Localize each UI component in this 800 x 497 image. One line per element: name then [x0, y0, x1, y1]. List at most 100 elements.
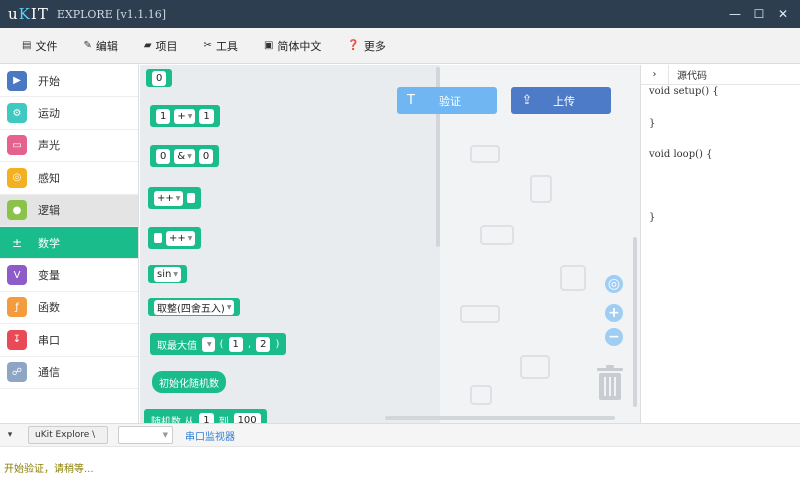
- workspace-vertical-scrollbar[interactable]: [633, 237, 637, 407]
- round-block[interactable]: 取整(四舍五入) ▼: [148, 298, 241, 316]
- background-pattern: [520, 355, 550, 379]
- range-max[interactable]: 100: [233, 412, 261, 423]
- minimize-button[interactable]: —: [724, 3, 746, 25]
- category-sensing[interactable]: ◎ 感知: [0, 162, 138, 195]
- menu-tools[interactable]: ✂ 工具: [204, 38, 238, 54]
- category-label: 数学: [38, 236, 60, 250]
- motion-icon: ⚙: [7, 103, 27, 124]
- number-value[interactable]: 0: [152, 70, 167, 86]
- operator-symbol: ++: [169, 232, 186, 244]
- workspace-horizontal-scrollbar[interactable]: [385, 416, 615, 420]
- sensor-icon: ◎: [7, 167, 27, 188]
- init-random-block[interactable]: 初始化随机数: [152, 371, 226, 393]
- background-pattern: [460, 305, 500, 323]
- baud-select[interactable]: ▼: [118, 426, 173, 444]
- category-variable[interactable]: V 变量: [0, 259, 138, 292]
- function-icon: ƒ: [7, 297, 27, 318]
- category-label: 逻辑: [38, 204, 60, 218]
- round-mode: 取整(四舍五入): [157, 303, 225, 315]
- serial-monitor-link[interactable]: 串口监视器: [185, 428, 235, 443]
- increment-postfix-block[interactable]: ++ ▼: [148, 187, 202, 209]
- category-math[interactable]: ± 数学: [0, 226, 138, 260]
- folder-icon: ▰: [143, 40, 152, 51]
- upload-label: 上传: [553, 94, 575, 108]
- trig-block[interactable]: sin ▼: [148, 265, 187, 283]
- code-editor[interactable]: void setup() { } void loop() { }: [641, 85, 800, 226]
- range-min[interactable]: 1: [199, 412, 214, 423]
- maximize-button[interactable]: ☐: [748, 3, 770, 25]
- category-communication[interactable]: ☍ 通信: [0, 357, 138, 389]
- category-label: 变量: [38, 269, 60, 283]
- chevron-down-icon: ▼: [162, 431, 168, 439]
- zoom-out-icon[interactable]: −: [605, 328, 623, 346]
- number-block[interactable]: 0: [146, 69, 173, 87]
- function-dropdown[interactable]: sin ▼: [154, 266, 181, 282]
- code-panel-header: › 源代码: [641, 64, 800, 85]
- category-motion[interactable]: ⚙ 运动: [0, 97, 138, 130]
- block-label: 初始化随机数: [159, 378, 219, 390]
- category-function[interactable]: ƒ 函数: [0, 292, 138, 325]
- menu-file[interactable]: ▤ 文件: [22, 38, 57, 54]
- block-workspace[interactable]: 0 1 + ▼ 1 0 & ▼ 0 ++ ▼ ++ ▼ sin ▼ 取整(四舍五入) ▼ 取…: [140, 65, 640, 423]
- menu-tools-label: 工具: [215, 39, 238, 53]
- code-line: void loop() {: [649, 149, 713, 160]
- function-dropdown[interactable]: ▼: [202, 336, 215, 352]
- verify-button[interactable]: T 验证: [397, 87, 497, 114]
- operand-b[interactable]: 1: [199, 108, 214, 124]
- chevron-right-icon[interactable]: ›: [641, 64, 669, 85]
- operand-a[interactable]: 1: [156, 108, 171, 124]
- operand-a[interactable]: 0: [156, 148, 171, 164]
- zoom-in-icon[interactable]: +: [605, 304, 623, 322]
- category-label: 感知: [38, 171, 60, 185]
- app-logo: uKIT: [8, 5, 49, 23]
- operator-dropdown[interactable]: ++ ▼: [154, 190, 184, 206]
- serial-toolbar: ▾ uKit Explore \ ▼ 串口监视器: [0, 423, 800, 447]
- menu-language[interactable]: ▣ 简体中文: [264, 38, 321, 54]
- code-line: void setup() {: [649, 86, 719, 97]
- category-logic[interactable]: ● 逻辑: [0, 194, 138, 227]
- math-icon: ±: [11, 235, 23, 250]
- input-slot[interactable]: [187, 193, 196, 203]
- round-dropdown[interactable]: 取整(四舍五入) ▼: [154, 299, 235, 315]
- recenter-icon[interactable]: ◎: [605, 275, 623, 293]
- increment-prefix-block[interactable]: ++ ▼: [148, 227, 202, 249]
- input-slot[interactable]: [154, 233, 162, 243]
- dropdown-arrow-icon: ▼: [187, 234, 193, 242]
- help-icon: ❓: [347, 40, 360, 51]
- menu-project-label: 项目: [155, 39, 178, 53]
- serial-icon: ↧: [7, 329, 27, 350]
- operator-dropdown[interactable]: & ▼: [174, 148, 195, 164]
- window-controls: — ☐ ✕: [722, 0, 794, 28]
- bitwise-block[interactable]: 0 & ▼ 0: [150, 145, 220, 167]
- dropdown-arrow-icon: ▼: [226, 303, 232, 311]
- upload-icon: ⇪: [521, 93, 533, 108]
- dropdown-arrow-icon: ▼: [187, 112, 193, 120]
- operand-b[interactable]: 2: [256, 336, 271, 352]
- upload-button[interactable]: ⇪ 上传: [511, 87, 611, 114]
- max-block[interactable]: 取最大值 ▼ ( 1 , 2 ): [150, 333, 287, 355]
- category-serial[interactable]: ↧ 串口: [0, 324, 138, 357]
- background-pattern: [470, 385, 492, 405]
- operand-a[interactable]: 1: [228, 336, 243, 352]
- menu-edit[interactable]: ✎ 编辑: [83, 38, 117, 54]
- display-icon: ▭: [7, 135, 27, 156]
- menu-project[interactable]: ▰ 项目: [144, 38, 178, 54]
- category-label: 通信: [38, 366, 60, 380]
- bulb-icon: ●: [7, 200, 27, 221]
- block-category-list: ▶ 开始 ⚙ 运动 ▭ 声光 ◎ 感知 ● 逻辑 ± 数学 V 变量 ƒ 函数 ↧ 串口 ☍ 通信: [0, 65, 139, 423]
- operator-dropdown[interactable]: ++ ▼: [166, 230, 196, 246]
- operator-dropdown[interactable]: + ▼: [174, 108, 196, 124]
- operand-b[interactable]: 0: [198, 148, 214, 164]
- arithmetic-block[interactable]: 1 + ▼ 1: [150, 105, 220, 127]
- chevron-down-icon[interactable]: ▾: [0, 430, 20, 440]
- category-start[interactable]: ▶ 开始: [0, 65, 138, 98]
- category-sound-light[interactable]: ▭ 声光: [0, 130, 138, 163]
- trash-icon[interactable]: [595, 365, 625, 401]
- random-range-block[interactable]: 随机数 从 1 到 100: [144, 409, 267, 423]
- menu-more[interactable]: ❓ 更多: [347, 38, 385, 54]
- port-select[interactable]: uKit Explore \: [28, 426, 108, 444]
- close-button[interactable]: ✕: [772, 3, 794, 25]
